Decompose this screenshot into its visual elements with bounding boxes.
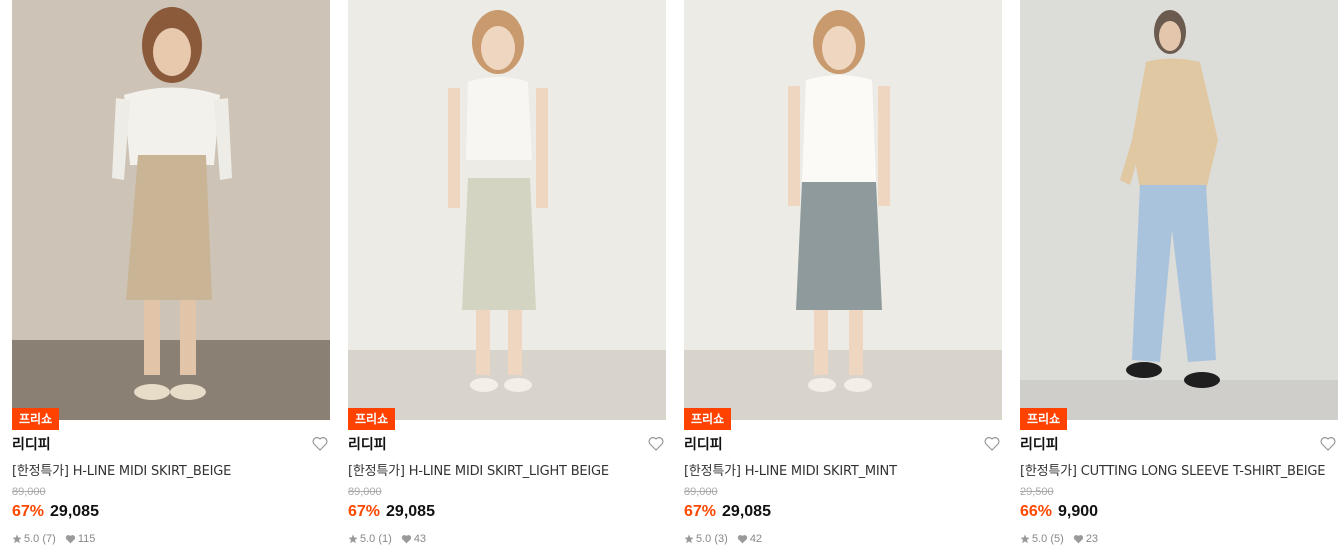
like-count: 42 [749, 533, 763, 545]
product-card[interactable]: 프리쇼 리디피 [한정특가] CUTTING LONG SLEEVE T-SHI… [1020, 0, 1338, 550]
review-count: (1) [378, 533, 392, 545]
rating: 5.0 [696, 533, 712, 545]
preshow-badge: 프리쇼 [12, 408, 60, 430]
original-price: 89,000 [348, 486, 382, 498]
star-icon [12, 534, 22, 544]
brand-name[interactable]: 리디피 [348, 434, 387, 454]
product-name[interactable]: [한정특가] H-LINE MIDI SKIRT_MINT [684, 460, 897, 479]
preshow-badge: 프리쇼 [684, 408, 732, 430]
review-count: (7) [42, 533, 56, 545]
sale-price: 29,085 [50, 503, 99, 520]
sale-price: 29,085 [722, 503, 771, 520]
review-meta: 5.0 (1) 43 [348, 533, 426, 545]
product-image[interactable] [1020, 0, 1338, 420]
review-meta: 5.0 (5) 23 [1020, 533, 1098, 545]
price-row: 66% 9,900 [1020, 503, 1098, 521]
star-icon [684, 534, 694, 544]
brand-name[interactable]: 리디피 [12, 434, 51, 454]
brand-name[interactable]: 리디피 [1020, 434, 1059, 454]
like-count: 43 [413, 533, 427, 545]
rating: 5.0 [360, 533, 376, 545]
brand-name[interactable]: 리디피 [684, 434, 723, 454]
rating: 5.0 [24, 533, 40, 545]
product-image[interactable] [12, 0, 330, 420]
like-count: 23 [1085, 533, 1099, 545]
heart-outline-icon[interactable] [312, 436, 328, 451]
preshow-badge: 프리쇼 [348, 408, 396, 430]
product-card[interactable]: 프리쇼 리디피 [한정특가] H-LINE MIDI SKIRT_LIGHT B… [348, 0, 666, 550]
review-count: (3) [714, 533, 728, 545]
star-icon [348, 534, 358, 544]
review-meta: 5.0 (7) 115 [12, 533, 95, 545]
heart-outline-icon[interactable] [984, 436, 1000, 451]
discount-rate: 67% [12, 503, 45, 520]
sale-price: 9,900 [1058, 503, 1099, 520]
review-count: (5) [1050, 533, 1064, 545]
price-row: 67% 29,085 [348, 503, 435, 521]
product-image[interactable] [348, 0, 666, 420]
heart-icon [737, 535, 747, 544]
product-card[interactable]: 프리쇼 리디피 [한정특가] H-LINE MIDI SKIRT_MINT 89… [684, 0, 1002, 550]
heart-icon [401, 535, 411, 544]
original-price: 89,000 [12, 486, 46, 498]
price-row: 67% 29,085 [684, 503, 771, 521]
star-icon [1020, 534, 1030, 544]
heart-icon [1073, 535, 1083, 544]
heart-icon [65, 535, 75, 544]
preshow-badge: 프리쇼 [1020, 408, 1068, 430]
product-card[interactable]: 프리쇼 리디피 [한정특가] H-LINE MIDI SKIRT_BEIGE 8… [12, 0, 330, 550]
price-row: 67% 29,085 [12, 503, 99, 521]
original-price: 29,500 [1020, 486, 1054, 498]
product-name[interactable]: [한정특가] H-LINE MIDI SKIRT_BEIGE [12, 460, 231, 479]
product-name[interactable]: [한정특가] H-LINE MIDI SKIRT_LIGHT BEIGE [348, 460, 609, 479]
discount-rate: 67% [348, 503, 381, 520]
discount-rate: 66% [1020, 503, 1053, 520]
heart-outline-icon[interactable] [648, 436, 664, 451]
product-image[interactable] [684, 0, 1002, 420]
discount-rate: 67% [684, 503, 717, 520]
product-name[interactable]: [한정특가] CUTTING LONG SLEEVE T-SHIRT_BEIGE [1020, 460, 1326, 479]
original-price: 89,000 [684, 486, 718, 498]
rating: 5.0 [1032, 533, 1048, 545]
sale-price: 29,085 [386, 503, 435, 520]
like-count: 115 [77, 533, 96, 545]
review-meta: 5.0 (3) 42 [684, 533, 762, 545]
heart-outline-icon[interactable] [1320, 436, 1336, 451]
